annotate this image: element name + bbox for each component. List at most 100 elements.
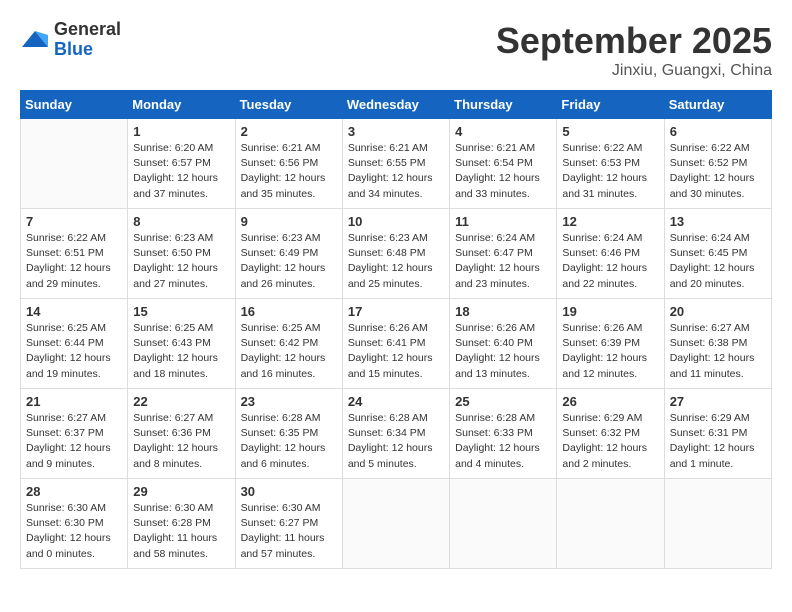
day-number: 4 (455, 124, 551, 139)
logo-blue-text: Blue (54, 39, 93, 59)
day-info: Sunrise: 6:24 AM Sunset: 6:45 PM Dayligh… (670, 231, 766, 292)
day-number: 11 (455, 214, 551, 229)
day-number: 29 (133, 484, 229, 499)
calendar-day-cell: 4 Sunrise: 6:21 AM Sunset: 6:54 PM Daylig… (450, 119, 557, 209)
day-info: Sunrise: 6:21 AM Sunset: 6:54 PM Dayligh… (455, 141, 551, 202)
calendar-day-cell (450, 479, 557, 569)
calendar-header-row: SundayMondayTuesdayWednesdayThursdayFrid… (21, 91, 772, 119)
calendar-day-cell: 24Sunrise: 6:28 AM Sunset: 6:34 PM Dayli… (342, 389, 449, 479)
calendar-day-cell (21, 119, 128, 209)
calendar-day-cell: 27 Sunrise: 6:29 AM Sunset: 6:31 PM Dayli… (664, 389, 771, 479)
day-of-week-header: Thursday (450, 91, 557, 119)
day-info: Sunrise: 6:25 AM Sunset: 6:43 PM Dayligh… (133, 321, 229, 382)
day-info: Sunrise: 6:20 AM Sunset: 6:57 PM Dayligh… (133, 141, 229, 202)
day-info: Sunrise: 6:30 AM Sunset: 6:30 PM Dayligh… (26, 501, 122, 562)
calendar-day-cell (342, 479, 449, 569)
month-title: September 2025 (496, 20, 772, 62)
day-number: 26 (562, 394, 658, 409)
page-header: General Blue September 2025 Jinxiu, Guan… (20, 20, 772, 80)
day-info: Sunrise: 6:22 AM Sunset: 6:52 PM Dayligh… (670, 141, 766, 202)
calendar-day-cell: 14 Sunrise: 6:25 AM Sunset: 6:44 PM Dayli… (21, 299, 128, 389)
day-of-week-header: Sunday (21, 91, 128, 119)
day-number: 7 (26, 214, 122, 229)
day-info: Sunrise: 6:27 AM Sunset: 6:36 PM Dayligh… (133, 411, 229, 472)
day-info: Sunrise: 6:23 AM Sunset: 6:49 PM Dayligh… (241, 231, 337, 292)
logo-icon (20, 25, 50, 55)
day-number: 12 (562, 214, 658, 229)
day-number: 27 (670, 394, 766, 409)
calendar-day-cell: 3 Sunrise: 6:21 AM Sunset: 6:55 PM Daylig… (342, 119, 449, 209)
day-number: 22 (133, 394, 229, 409)
day-info: Sunrise: 6:26 AM Sunset: 6:41 PM Dayligh… (348, 321, 444, 382)
calendar-day-cell: 5Sunrise: 6:22 AM Sunset: 6:53 PM Daylig… (557, 119, 664, 209)
day-info: Sunrise: 6:29 AM Sunset: 6:31 PM Dayligh… (670, 411, 766, 472)
title-block: September 2025 Jinxiu, Guangxi, China (496, 20, 772, 80)
day-info: Sunrise: 6:21 AM Sunset: 6:56 PM Dayligh… (241, 141, 337, 202)
day-info: Sunrise: 6:27 AM Sunset: 6:37 PM Dayligh… (26, 411, 122, 472)
calendar-day-cell: 23 Sunrise: 6:28 AM Sunset: 6:35 PM Dayli… (235, 389, 342, 479)
day-number: 17 (348, 304, 444, 319)
day-number: 30 (241, 484, 337, 499)
day-info: Sunrise: 6:30 AM Sunset: 6:28 PM Dayligh… (133, 501, 229, 562)
day-info: Sunrise: 6:26 AM Sunset: 6:40 PM Dayligh… (455, 321, 551, 382)
day-info: Sunrise: 6:30 AM Sunset: 6:27 PM Dayligh… (241, 501, 337, 562)
calendar-day-cell: 15Sunrise: 6:25 AM Sunset: 6:43 PM Dayli… (128, 299, 235, 389)
day-of-week-header: Saturday (664, 91, 771, 119)
calendar-day-cell: 13Sunrise: 6:24 AM Sunset: 6:45 PM Dayli… (664, 209, 771, 299)
calendar-day-cell: 7 Sunrise: 6:22 AM Sunset: 6:51 PM Daylig… (21, 209, 128, 299)
day-of-week-header: Friday (557, 91, 664, 119)
day-number: 21 (26, 394, 122, 409)
calendar-day-cell: 16 Sunrise: 6:25 AM Sunset: 6:42 PM Dayli… (235, 299, 342, 389)
day-number: 1 (133, 124, 229, 139)
calendar-day-cell: 10Sunrise: 6:23 AM Sunset: 6:48 PM Dayli… (342, 209, 449, 299)
calendar-table: SundayMondayTuesdayWednesdayThursdayFrid… (20, 90, 772, 569)
calendar-day-cell: 30 Sunrise: 6:30 AM Sunset: 6:27 PM Dayli… (235, 479, 342, 569)
calendar-day-cell: 22 Sunrise: 6:27 AM Sunset: 6:36 PM Dayli… (128, 389, 235, 479)
day-info: Sunrise: 6:24 AM Sunset: 6:46 PM Dayligh… (562, 231, 658, 292)
day-info: Sunrise: 6:29 AM Sunset: 6:32 PM Dayligh… (562, 411, 658, 472)
calendar-day-cell (664, 479, 771, 569)
day-info: Sunrise: 6:28 AM Sunset: 6:35 PM Dayligh… (241, 411, 337, 472)
logo-general-text: General (54, 19, 121, 39)
day-of-week-header: Wednesday (342, 91, 449, 119)
day-info: Sunrise: 6:28 AM Sunset: 6:34 PM Dayligh… (348, 411, 444, 472)
day-of-week-header: Monday (128, 91, 235, 119)
calendar-day-cell: 1 Sunrise: 6:20 AM Sunset: 6:57 PM Daylig… (128, 119, 235, 209)
day-info: Sunrise: 6:22 AM Sunset: 6:51 PM Dayligh… (26, 231, 122, 292)
day-info: Sunrise: 6:25 AM Sunset: 6:44 PM Dayligh… (26, 321, 122, 382)
calendar-day-cell: 29 Sunrise: 6:30 AM Sunset: 6:28 PM Dayli… (128, 479, 235, 569)
calendar-day-cell: 28 Sunrise: 6:30 AM Sunset: 6:30 PM Dayli… (21, 479, 128, 569)
calendar-day-cell: 12 Sunrise: 6:24 AM Sunset: 6:46 PM Dayli… (557, 209, 664, 299)
calendar-week-row: 7 Sunrise: 6:22 AM Sunset: 6:51 PM Daylig… (21, 209, 772, 299)
calendar-day-cell: 26 Sunrise: 6:29 AM Sunset: 6:32 PM Dayli… (557, 389, 664, 479)
day-number: 23 (241, 394, 337, 409)
calendar-day-cell: 2 Sunrise: 6:21 AM Sunset: 6:56 PM Daylig… (235, 119, 342, 209)
day-number: 3 (348, 124, 444, 139)
day-info: Sunrise: 6:28 AM Sunset: 6:33 PM Dayligh… (455, 411, 551, 472)
day-number: 2 (241, 124, 337, 139)
calendar-day-cell: 6 Sunrise: 6:22 AM Sunset: 6:52 PM Daylig… (664, 119, 771, 209)
calendar-day-cell: 11Sunrise: 6:24 AM Sunset: 6:47 PM Dayli… (450, 209, 557, 299)
calendar-day-cell: 25Sunrise: 6:28 AM Sunset: 6:33 PM Dayli… (450, 389, 557, 479)
calendar-day-cell: 21 Sunrise: 6:27 AM Sunset: 6:37 PM Dayli… (21, 389, 128, 479)
day-info: Sunrise: 6:23 AM Sunset: 6:50 PM Dayligh… (133, 231, 229, 292)
day-info: Sunrise: 6:25 AM Sunset: 6:42 PM Dayligh… (241, 321, 337, 382)
calendar-day-cell: 17 Sunrise: 6:26 AM Sunset: 6:41 PM Dayli… (342, 299, 449, 389)
calendar-day-cell: 8 Sunrise: 6:23 AM Sunset: 6:50 PM Daylig… (128, 209, 235, 299)
day-number: 20 (670, 304, 766, 319)
day-number: 5 (562, 124, 658, 139)
day-number: 14 (26, 304, 122, 319)
calendar-day-cell: 9 Sunrise: 6:23 AM Sunset: 6:49 PM Daylig… (235, 209, 342, 299)
day-number: 9 (241, 214, 337, 229)
calendar-day-cell: 20Sunrise: 6:27 AM Sunset: 6:38 PM Dayli… (664, 299, 771, 389)
calendar-day-cell: 19Sunrise: 6:26 AM Sunset: 6:39 PM Dayli… (557, 299, 664, 389)
day-of-week-header: Tuesday (235, 91, 342, 119)
day-number: 8 (133, 214, 229, 229)
day-number: 28 (26, 484, 122, 499)
day-number: 16 (241, 304, 337, 319)
day-number: 10 (348, 214, 444, 229)
day-number: 6 (670, 124, 766, 139)
day-number: 19 (562, 304, 658, 319)
calendar-day-cell (557, 479, 664, 569)
day-info: Sunrise: 6:21 AM Sunset: 6:55 PM Dayligh… (348, 141, 444, 202)
